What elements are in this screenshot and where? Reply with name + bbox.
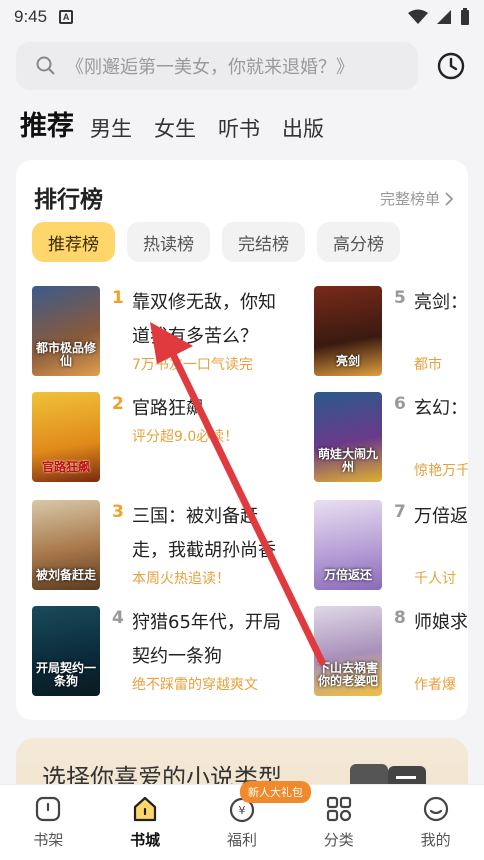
book-subtitle: 7万书友一口气读完 <box>132 357 253 373</box>
book-rank: 5 <box>394 288 406 308</box>
status-time: 9:45 <box>14 7 48 26</box>
signal-icon <box>437 10 451 24</box>
book-cover: 亮剑 <box>314 286 382 376</box>
bookstore-icon <box>134 796 157 822</box>
nav-profile[interactable]: 我的 <box>388 795 484 850</box>
search-input[interactable]: 《刚邂逅第一美女，你就来退婚？》 <box>16 42 418 90</box>
tab-female[interactable]: 女生 <box>154 113 196 145</box>
book-item[interactable]: 都市极品修仙 1 靠双修无敌，你知道我有多苦么？ 7万书友一口气读完 <box>32 286 332 386</box>
book-title: 狩猎65年代，开局契约一条狗 <box>132 612 281 667</box>
profile-icon <box>423 796 448 822</box>
nav-bookstore[interactable]: 书城 <box>97 795 193 850</box>
book-title: 官路狂飙 <box>132 398 204 419</box>
battery-icon <box>461 8 469 25</box>
tab-recommend[interactable]: 推荐 <box>20 104 74 145</box>
book-cover: 萌娃大闹九州 <box>314 392 382 482</box>
book-rank: 7 <box>394 502 406 522</box>
book-rank: 2 <box>112 394 124 414</box>
book-cover: 官路狂飙 <box>32 392 100 482</box>
search-row: 《刚邂逅第一美女，你就来退婚？》 <box>16 42 468 90</box>
book-cover: 都市极品修仙 <box>32 286 100 376</box>
full-ranking-link[interactable]: 完整榜单 <box>380 188 454 209</box>
book-rank: 8 <box>394 608 406 628</box>
nav-bookshelf[interactable]: 书架 <box>0 795 96 850</box>
book-subtitle: 作者爆 <box>414 677 456 693</box>
search-placeholder: 《刚邂逅第一美女，你就来退婚？》 <box>66 57 354 78</box>
svg-text:¥: ¥ <box>238 804 245 817</box>
wifi-icon <box>408 9 428 24</box>
ranking-title: 排行榜 <box>34 187 103 213</box>
search-icon <box>36 56 55 75</box>
nav-label: 书城 <box>130 831 161 849</box>
book-rank: 1 <box>112 288 124 308</box>
book-item[interactable]: 被刘备赶走 3 三国：被刘备赶走，我截胡孙尚香 本周火热追读！ <box>32 500 332 600</box>
book-title: 三国：被刘备赶走，我截胡孙尚香 <box>132 506 276 561</box>
book-subtitle: 绝不踩雷的穿越爽文 <box>132 677 258 693</box>
clock-icon <box>437 52 465 80</box>
tab-audiobook[interactable]: 听书 <box>218 113 260 145</box>
category-tabs: 推荐 男生 女生 听书 出版 <box>20 104 346 145</box>
bottom-nav: 书架 书城 新人大礼包 ¥ 福利 分类 我的 <box>0 781 484 860</box>
status-bar: 9:45 A <box>0 0 484 34</box>
book-cover: 下山去祸害你的老婆吧 <box>314 606 382 696</box>
book-item[interactable]: 万倍返还 7 万倍返姐采补 千人讨 <box>314 500 468 600</box>
chip-finished[interactable]: 完结榜 <box>222 222 305 262</box>
chip-recommend[interactable]: 推荐榜 <box>32 222 115 262</box>
book-subtitle: 惊艳万千 <box>414 463 468 479</box>
book-item[interactable]: 亮剑 5 亮剑：班，全 都市 <box>314 286 468 386</box>
book-rank: 4 <box>112 608 124 628</box>
book-rank: 3 <box>112 502 124 522</box>
book-item[interactable]: 萌娃大闹九州 6 玄幻：萌娃大 惊艳万千 <box>314 392 468 492</box>
sim-icon: A <box>59 10 74 24</box>
book-title: 玄幻：萌娃大 <box>414 398 468 419</box>
bookshelf-icon <box>36 796 61 822</box>
nav-label: 分类 <box>323 831 354 849</box>
category-icon <box>326 796 351 822</box>
book-title: 万倍返姐采补 <box>414 506 468 527</box>
ranking-card: 排行榜 完整榜单 推荐榜 热读榜 完结榜 高分榜 都市极品修仙 1 靠双修无敌，… <box>16 160 468 720</box>
tab-male[interactable]: 男生 <box>90 113 132 145</box>
ranking-chips: 推荐榜 热读榜 完结榜 高分榜 <box>32 222 400 262</box>
book-cover: 被刘备赶走 <box>32 500 100 590</box>
full-ranking-label: 完整榜单 <box>379 190 440 208</box>
nav-bonus[interactable]: 新人大礼包 ¥ 福利 <box>194 781 311 850</box>
book-subtitle: 评分超9.0必读！ <box>132 429 239 445</box>
chevron-right-icon <box>445 191 454 206</box>
book-title: 师娘求去祸害 <box>414 612 468 633</box>
nav-label: 我的 <box>420 831 451 849</box>
nav-label: 书架 <box>33 831 64 849</box>
book-subtitle: 都市 <box>414 357 442 373</box>
book-item[interactable]: 下山去祸害你的老婆吧 8 师娘求去祸害 作者爆 <box>314 606 468 706</box>
book-item[interactable]: 开局契约一条狗 4 狩猎65年代，开局契约一条狗 绝不踩雷的穿越爽文 <box>32 606 332 706</box>
book-title: 亮剑：班，全 <box>414 292 468 313</box>
chip-high-score[interactable]: 高分榜 <box>317 222 400 262</box>
nav-label: 福利 <box>226 831 257 849</box>
book-subtitle: 本周火热追读！ <box>132 571 230 587</box>
tab-published[interactable]: 出版 <box>282 113 324 145</box>
book-cover: 万倍返还 <box>314 500 382 590</box>
history-button[interactable] <box>434 49 468 83</box>
book-subtitle: 千人讨 <box>414 571 456 587</box>
book-item[interactable]: 官路狂飙 2 官路狂飙 评分超9.0必读！ <box>32 392 332 492</box>
book-rank: 6 <box>394 394 406 414</box>
book-title: 靠双修无敌，你知道我有多苦么？ <box>132 292 276 347</box>
nav-category[interactable]: 分类 <box>291 795 387 850</box>
chip-hot[interactable]: 热读榜 <box>127 222 210 262</box>
book-cover: 开局契约一条狗 <box>32 606 100 696</box>
